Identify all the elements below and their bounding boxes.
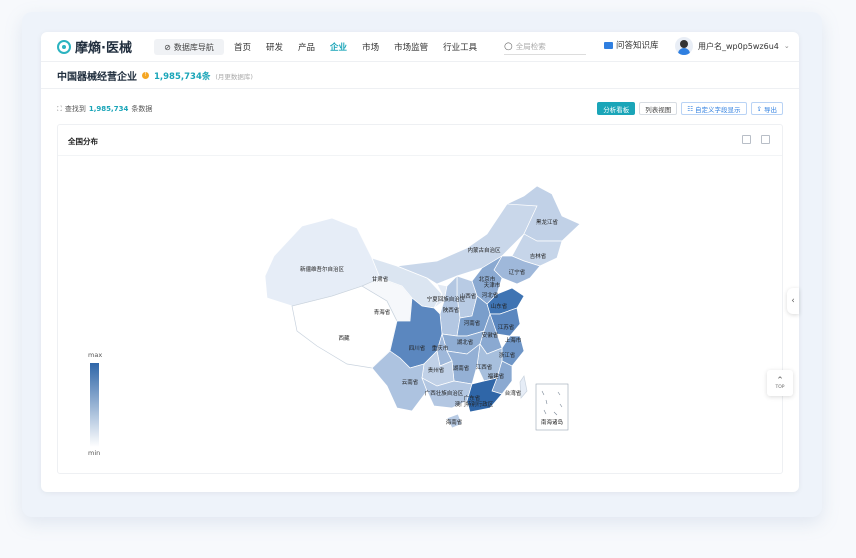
menu-item-research[interactable]: 研发 <box>266 41 283 53</box>
map-label-21: 湖北省 <box>456 340 474 346</box>
menu-item-regulation[interactable]: 市场监管 <box>394 41 428 53</box>
menu-item-tools[interactable]: 行业工具 <box>443 41 477 53</box>
analysis-view-button[interactable]: 分析看板 <box>597 102 636 115</box>
china-map: 黑龙江省 吉林省 内蒙古自治区 辽宁省 北京市 天津市 河北省 山西省 宁夏回族… <box>262 186 582 438</box>
logo-icon <box>57 39 71 54</box>
global-search[interactable]: ○ 全局检索 <box>504 39 586 55</box>
found-prefix: 查找到 <box>64 105 86 113</box>
map-label-18: 西藏 <box>338 336 350 342</box>
logo[interactable]: 摩熵·医械 <box>57 37 132 56</box>
map-label-3: 辽宁省 <box>508 270 526 276</box>
top-label: TOP <box>775 384 785 390</box>
avatar <box>675 37 693 55</box>
search-icon: ○ <box>504 41 513 52</box>
map-label-30: 台湾省 <box>504 391 522 397</box>
knowledge-base-link[interactable]: 问答知识库 <box>604 39 659 51</box>
map-label-25: 江西省 <box>475 365 493 371</box>
legend-max: max <box>88 351 103 359</box>
result-summary: ⛶ 查找到 1,985,734 条数据 <box>57 104 152 114</box>
map-label-17: 上海市 <box>504 338 522 344</box>
panel-title: 全国分布 <box>68 137 98 146</box>
found-count: 1,985,734 <box>88 105 129 113</box>
toolbar: ⛶ 查找到 1,985,734 条数据 分析看板 列表视图 ☷ 自定义字段显示 … <box>57 102 783 116</box>
scan-icon: ⛶ <box>57 104 62 113</box>
map-label-19: 四川省 <box>408 346 426 352</box>
menu-item-home[interactable]: 首页 <box>234 41 251 53</box>
map-label-33: 南海诸岛 <box>540 420 564 426</box>
divider <box>58 155 782 156</box>
columns-icon: ☷ <box>687 104 694 113</box>
map-label-24: 湖南省 <box>452 366 470 372</box>
compass-icon: ⊘ <box>164 42 171 52</box>
chevron-up-icon: ⌃ <box>776 375 784 386</box>
book-icon <box>604 41 613 49</box>
export-label: 导出 <box>764 105 777 114</box>
page-header: 中国器械经营企业 ! 1,985,734条 (月更数据库) <box>41 63 799 89</box>
map-label-31: 澳门特别行政区 <box>454 402 494 408</box>
list-view-button[interactable]: 列表视图 <box>639 102 678 115</box>
map-label-16: 安徽省 <box>481 333 499 339</box>
map-label-28: 广西壮族自治区 <box>424 391 464 397</box>
panel-tools <box>742 135 770 144</box>
map-label-23: 贵州省 <box>427 368 445 374</box>
menu-item-product[interactable]: 产品 <box>298 41 315 53</box>
update-note: (月更数据库) <box>215 72 253 81</box>
map-label-22: 浙江省 <box>498 353 516 359</box>
found-suffix: 条数据 <box>131 105 153 113</box>
side-collapse-tab[interactable]: ‹ <box>787 288 799 314</box>
record-count: 1,985,734条 <box>154 71 211 82</box>
knowledge-base-label: 问答知识库 <box>616 41 659 51</box>
map-label-15: 江苏省 <box>497 325 515 331</box>
fullscreen-icon[interactable] <box>742 135 751 144</box>
info-icon[interactable]: ! <box>142 72 149 79</box>
page-title: 中国器械经营企业 <box>57 72 137 83</box>
legend-gradient[interactable] <box>90 363 99 447</box>
user-menu[interactable]: 用户名_wp0p5wz6u4 ⌄ <box>675 37 790 55</box>
map-label-6: 河北省 <box>481 293 499 299</box>
custom-fields-button[interactable]: ☷ 自定义字段显示 <box>681 102 747 115</box>
back-to-top-button[interactable]: ⌃ TOP <box>767 370 793 396</box>
legend-min: min <box>88 449 101 457</box>
main-menu: 首页 研发 产品 企业 市场 市场监管 行业工具 <box>234 32 492 62</box>
map-label-32: 海南省 <box>445 420 463 426</box>
map-label-9: 甘肃省 <box>371 277 389 283</box>
logo-text: 摩熵·医械 <box>75 41 132 56</box>
export-icon: ⇪ <box>756 104 762 113</box>
map-label-14: 河南省 <box>463 321 481 327</box>
map-label-27: 福建省 <box>487 374 505 380</box>
database-nav-button[interactable]: ⊘ 数据库导航 <box>154 39 224 55</box>
map-label-10: 新疆维吾尔自治区 <box>299 267 345 273</box>
chevron-down-icon: ⌄ <box>783 42 790 50</box>
map-label-11: 青海省 <box>373 310 391 316</box>
custom-fields-label: 自定义字段显示 <box>695 105 741 114</box>
top-nav: 摩熵·医械 ⊘ 数据库导航 首页 研发 产品 企业 市场 市场监管 行业工具 ○… <box>41 32 799 62</box>
map-label-2: 内蒙古自治区 <box>467 248 501 254</box>
search-placeholder: 全局检索 <box>515 42 546 51</box>
menu-item-enterprise[interactable]: 企业 <box>330 41 347 53</box>
export-button[interactable]: ⇪ 导出 <box>750 102 783 115</box>
view-buttons: 分析看板 列表视图 ☷ 自定义字段显示 ⇪ 导出 <box>597 102 783 115</box>
map-label-1: 吉林省 <box>529 254 547 260</box>
map-label-13: 山东省 <box>490 304 508 310</box>
menu-item-market[interactable]: 市场 <box>362 41 379 53</box>
username: 用户名_wp0p5wz6u4 <box>698 41 779 51</box>
map-label-0: 黑龙江省 <box>535 220 559 226</box>
database-nav-label: 数据库导航 <box>173 42 214 52</box>
chevron-left-icon: ‹ <box>791 296 795 306</box>
map-label-8: 宁夏回族自治区 <box>426 297 466 303</box>
visual-map-legend: max min <box>88 351 110 461</box>
download-icon[interactable] <box>761 135 770 144</box>
map-label-20: 重庆市 <box>431 346 449 352</box>
map-label-12: 陕西省 <box>442 308 460 314</box>
china-map-svg <box>264 186 581 431</box>
map-label-26: 云南省 <box>401 380 419 386</box>
map-label-5: 天津市 <box>483 283 501 289</box>
